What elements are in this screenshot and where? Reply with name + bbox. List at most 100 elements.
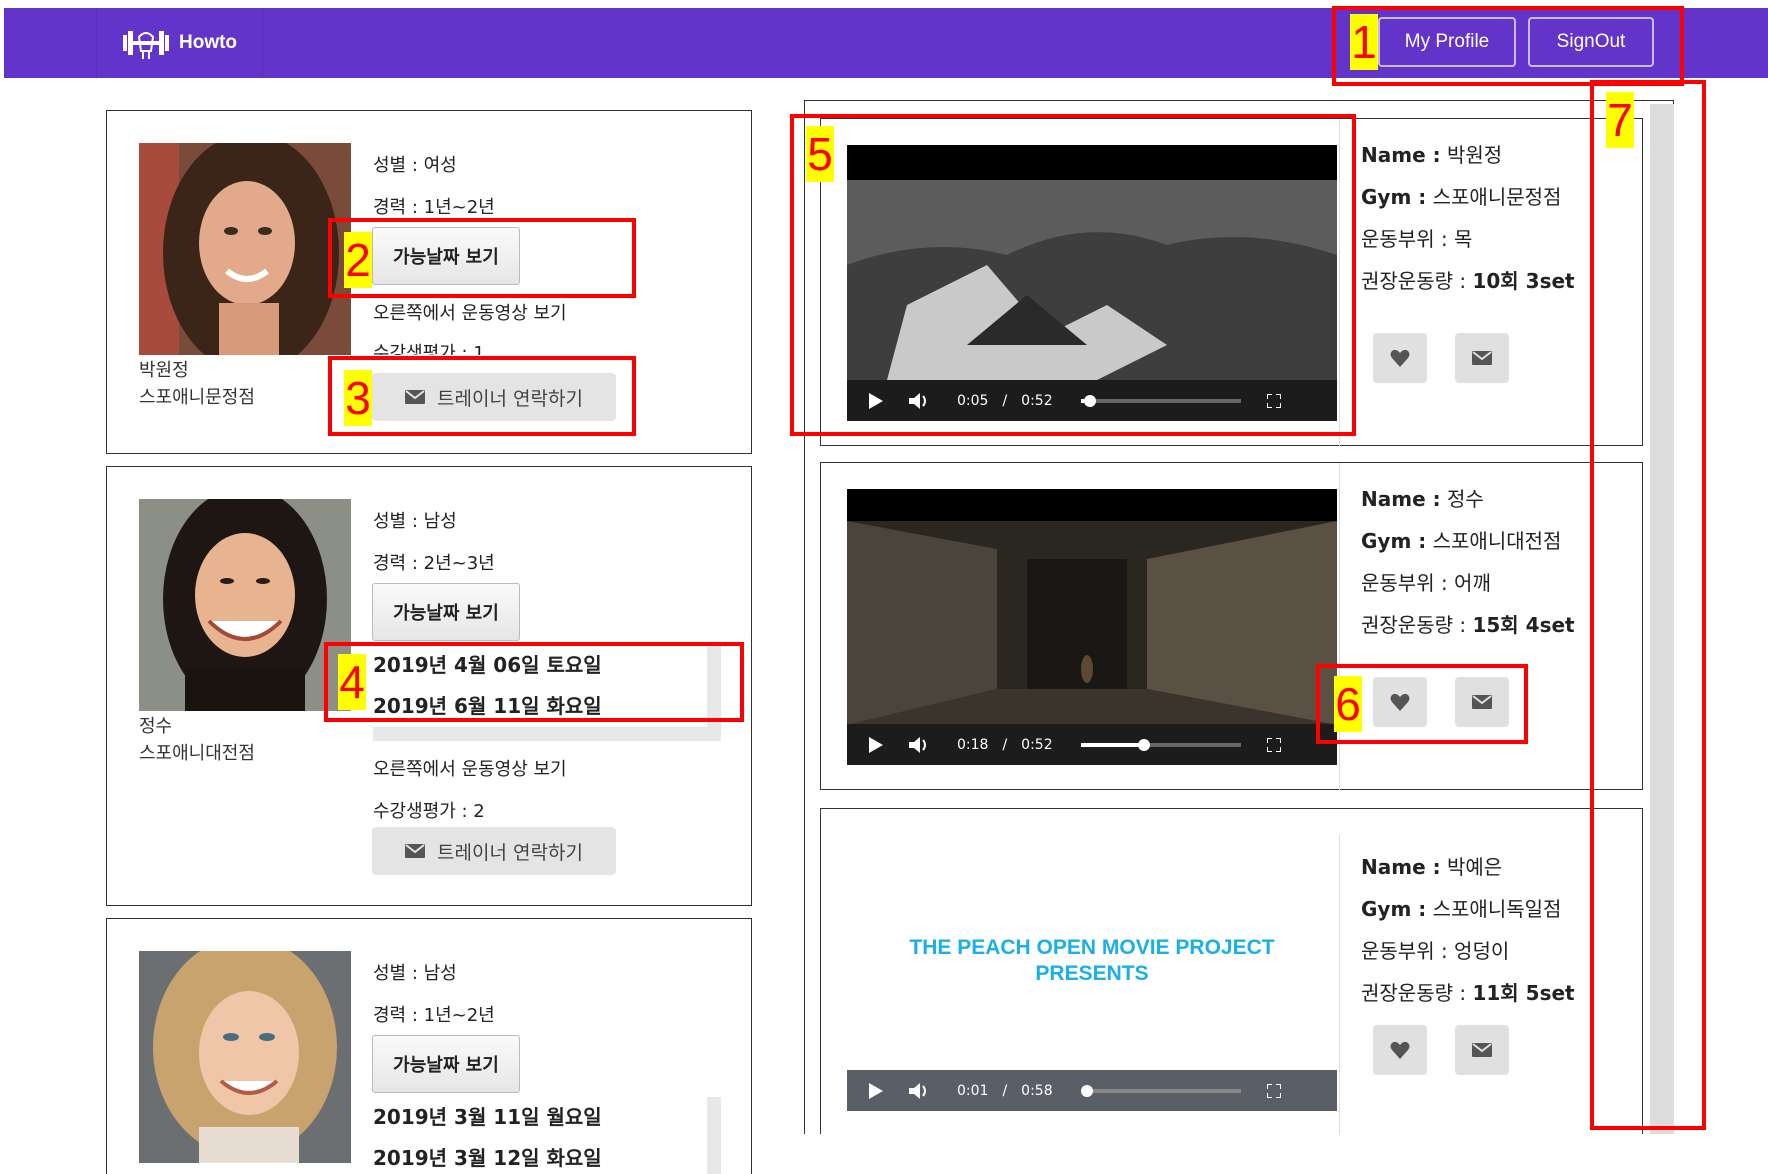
available-dates-button[interactable]: 가능날짜 보기	[372, 1035, 520, 1093]
trainer-gender: 성별 : 남성	[373, 963, 457, 984]
contact-trainer-label: 트레이너 연락하기	[437, 841, 583, 864]
trainer-career: 경력 : 2년~3년	[373, 553, 495, 574]
contact-trainer-button[interactable]: 트레이너 연락하기	[372, 827, 616, 875]
dates-horizontal-scrollbar[interactable]	[373, 727, 721, 741]
message-button[interactable]	[1455, 677, 1509, 727]
trainer-name: 박원정	[139, 360, 189, 381]
video-gym: Gym : 스포애니독일점	[1361, 897, 1562, 921]
video-player[interactable]: THE PEACH OPEN MOVIE PROJECT PRESENTS 0:…	[847, 835, 1337, 1111]
trainer-photo-image	[139, 143, 351, 355]
available-dates-button[interactable]: 가능날짜 보기	[372, 583, 520, 641]
trainer-gender: 성별 : 남성	[373, 511, 457, 532]
envelope-icon	[1472, 695, 1492, 709]
fullscreen-icon[interactable]	[1266, 737, 1281, 752]
video-total-time: 0:58	[1021, 1082, 1053, 1099]
like-button[interactable]	[1373, 333, 1427, 383]
video-controls: 0:01 / 0:58	[847, 1070, 1337, 1111]
video-time-separator: /	[1002, 392, 1008, 409]
play-icon[interactable]	[869, 1082, 883, 1099]
video-total-time: 0:52	[1021, 392, 1053, 409]
like-button[interactable]	[1373, 1025, 1427, 1075]
envelope-icon	[1472, 1043, 1492, 1057]
annotation-label: 2	[344, 232, 372, 288]
volume-icon[interactable]	[909, 736, 931, 754]
video-trainer-name: Name : 박예은	[1361, 855, 1503, 879]
envelope-icon	[405, 390, 426, 404]
volume-icon[interactable]	[909, 1082, 931, 1100]
brand-name: Howto	[179, 32, 238, 53]
trainer-photo-image	[139, 499, 351, 711]
like-button[interactable]	[1373, 677, 1427, 727]
message-button[interactable]	[1455, 333, 1509, 383]
sign-out-button[interactable]: SignOut	[1528, 17, 1654, 67]
video-recommended-volume: 권장운동량 : 10회 3set	[1361, 269, 1575, 293]
contact-trainer-button[interactable]: 트레이너 연락하기	[372, 373, 616, 421]
brand[interactable]: Howto	[96, 8, 263, 78]
dates-scrollbar[interactable]	[707, 1097, 721, 1174]
video-card: 0:18 / 0:52 Name : 정수 Gym : 스포애니대전점 운동부위…	[820, 462, 1643, 791]
trainer-career: 경력 : 1년~2년	[373, 197, 495, 218]
envelope-icon	[405, 844, 426, 858]
available-dates-button[interactable]: 가능날짜 보기	[372, 227, 520, 285]
play-icon[interactable]	[869, 392, 883, 409]
trainer-gym: 스포애니문정점	[139, 387, 255, 408]
video-trainer-name: Name : 박원정	[1361, 143, 1503, 167]
annotation-label: 6	[1334, 676, 1362, 732]
video-card: THE PEACH OPEN MOVIE PROJECT PRESENTS 0:…	[820, 808, 1643, 1135]
trainer-rating: 수강생평가 : 2	[373, 801, 485, 822]
video-seek-bar[interactable]	[1080, 1084, 1241, 1097]
video-card-divider	[1339, 463, 1340, 791]
dumbbell-logo-icon	[123, 31, 169, 59]
envelope-icon	[1472, 351, 1492, 365]
trainer-photo-image	[139, 951, 351, 1163]
volume-icon[interactable]	[909, 392, 931, 410]
video-time-separator: /	[1002, 1082, 1008, 1099]
trainer-photo	[139, 499, 351, 711]
video-gym: Gym : 스포애니대전점	[1361, 529, 1562, 553]
available-dates-list: 2019년 3월 11일 월요일 2019년 3월 12일 화요일	[373, 1097, 693, 1174]
video-hint: 오른쪽에서 운동영상 보기	[373, 759, 567, 780]
available-dates-list: 2019년 4월 06일 토요일 2019년 6월 11일 화요일	[373, 645, 693, 727]
video-controls: 0:18 / 0:52	[847, 724, 1337, 765]
play-icon[interactable]	[869, 736, 883, 753]
heart-icon	[1390, 693, 1410, 711]
video-list-scrollbar[interactable]	[1650, 104, 1674, 1134]
video-body-part: 운동부위 : 목	[1361, 227, 1473, 251]
video-seek-bar[interactable]	[1080, 738, 1241, 751]
video-controls: 0:05 / 0:52	[847, 380, 1337, 421]
video-gym: Gym : 스포애니문정점	[1361, 185, 1562, 209]
available-date: 2019년 3월 12일 화요일	[373, 1146, 602, 1170]
trainer-card: 성별 : 남성 경력 : 1년~2년 가능날짜 보기 2019년 3월 11일 …	[106, 918, 752, 1174]
video-seek-handle[interactable]	[1083, 394, 1096, 407]
video-seek-fill	[1080, 742, 1139, 747]
video-current-time: 0:05	[957, 392, 989, 409]
trainer-gender: 성별 : 여성	[373, 155, 457, 176]
annotation-label: 5	[806, 126, 834, 182]
fullscreen-icon[interactable]	[1266, 393, 1281, 408]
fullscreen-icon[interactable]	[1266, 1083, 1281, 1098]
trainer-card: 박원정 스포애니문정점 성별 : 여성 경력 : 1년~2년 가능날짜 보기 오…	[106, 110, 752, 454]
video-recommended-volume: 권장운동량 : 11회 5set	[1361, 981, 1575, 1005]
trainer-photo	[139, 143, 351, 355]
my-profile-button[interactable]: My Profile	[1378, 17, 1516, 67]
video-card: 0:05 / 0:52 Name : 박원정 Gym : 스포애니문정점 운동부…	[820, 118, 1643, 447]
contact-trainer-label: 트레이너 연락하기	[437, 387, 583, 410]
heart-icon	[1390, 1041, 1410, 1059]
video-seek-handle[interactable]	[1080, 1084, 1093, 1097]
video-title-card: THE PEACH OPEN MOVIE PROJECT PRESENTS	[909, 936, 1275, 985]
dates-scrollbar[interactable]	[707, 645, 721, 727]
video-recommended-volume: 권장운동량 : 15회 4set	[1361, 613, 1575, 637]
video-player[interactable]: 0:18 / 0:52	[847, 489, 1337, 765]
video-body-part: 운동부위 : 어깨	[1361, 571, 1491, 595]
trainer-rating: 수강생평가 : 1	[373, 343, 485, 355]
message-button[interactable]	[1455, 1025, 1509, 1075]
annotation-label: 7	[1606, 92, 1634, 148]
video-card-divider	[1339, 119, 1340, 447]
trainer-card: 정수 스포애니대전점 성별 : 남성 경력 : 2년~3년 가능날짜 보기 20…	[106, 466, 752, 906]
trainer-photo	[139, 951, 351, 1163]
video-total-time: 0:52	[1021, 736, 1053, 753]
video-player[interactable]: 0:05 / 0:52	[847, 145, 1337, 421]
video-seek-bar[interactable]	[1080, 394, 1241, 407]
video-current-time: 0:18	[957, 736, 989, 753]
video-seek-handle[interactable]	[1138, 738, 1151, 751]
